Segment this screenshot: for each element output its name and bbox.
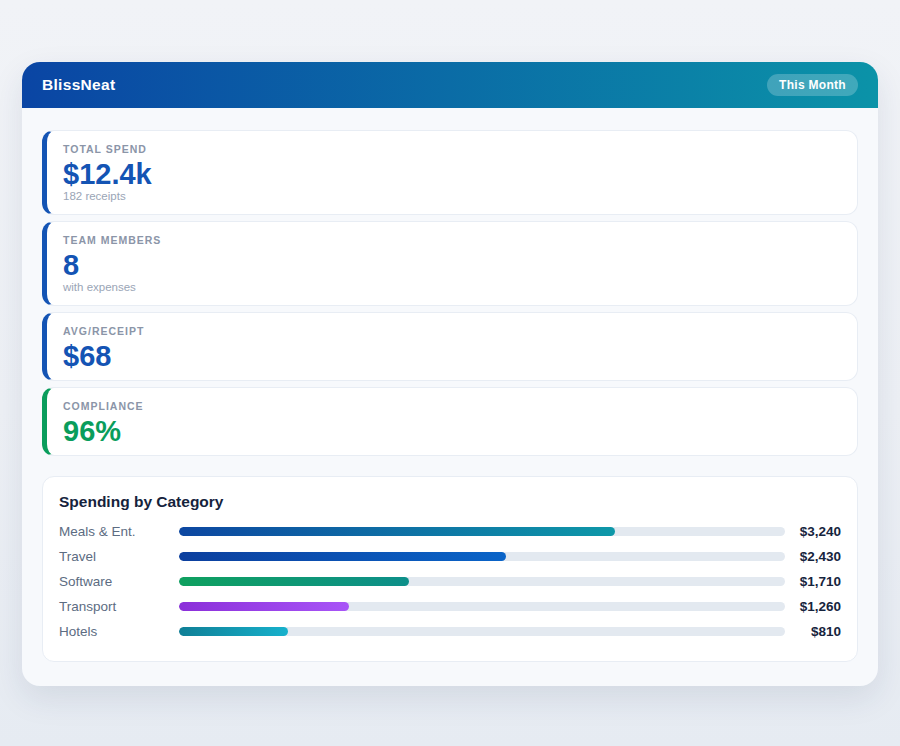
- category-value: $2,430: [785, 549, 841, 564]
- category-label: Hotels: [59, 624, 179, 639]
- bar-fill: [179, 552, 506, 561]
- stat-value: 96%: [63, 419, 841, 443]
- period-badge[interactable]: This Month: [767, 74, 858, 96]
- chart-title: Spending by Category: [59, 493, 841, 511]
- dashboard-card: BlissNeat This Month TOTAL SPEND $12.4k …: [22, 62, 878, 686]
- bar-track: [179, 577, 785, 586]
- bar-fill: [179, 627, 288, 636]
- category-label: Meals & Ent.: [59, 524, 179, 539]
- app-title: BlissNeat: [42, 76, 115, 94]
- app-header: BlissNeat This Month: [22, 62, 878, 108]
- stat-card: TEAM MEMBERS 8 with expenses: [42, 221, 858, 306]
- stat-card: TOTAL SPEND $12.4k 182 receipts: [42, 130, 858, 215]
- chart-row: Software $1,710: [59, 569, 841, 594]
- category-label: Travel: [59, 549, 179, 564]
- stat-label: COMPLIANCE: [63, 400, 841, 412]
- bar-track: [179, 552, 785, 561]
- stat-value: 8: [63, 253, 841, 277]
- bar-track: [179, 527, 785, 536]
- chart-row: Travel $2,430: [59, 544, 841, 569]
- stat-card: COMPLIANCE 96%: [42, 387, 858, 456]
- category-value: $810: [785, 624, 841, 639]
- bar-fill: [179, 527, 615, 536]
- chart-row: Meals & Ent. $3,240: [59, 519, 841, 544]
- bar-fill: [179, 602, 349, 611]
- stat-value: $68: [63, 344, 841, 368]
- stat-value: $12.4k: [63, 162, 841, 186]
- bar-track: [179, 627, 785, 636]
- stat-label: TEAM MEMBERS: [63, 234, 841, 246]
- bar-track: [179, 602, 785, 611]
- stat-card: AVG/RECEIPT $68: [42, 312, 858, 381]
- spending-chart-card: Spending by Category Meals & Ent. $3,240…: [42, 476, 858, 662]
- category-label: Software: [59, 574, 179, 589]
- dashboard-content: TOTAL SPEND $12.4k 182 receipts TEAM MEM…: [22, 108, 878, 682]
- chart-rows: Meals & Ent. $3,240 Travel $2,430 Softwa…: [59, 519, 841, 644]
- chart-row: Transport $1,260: [59, 594, 841, 619]
- category-value: $3,240: [785, 524, 841, 539]
- category-value: $1,260: [785, 599, 841, 614]
- stat-label: AVG/RECEIPT: [63, 325, 841, 337]
- bar-fill: [179, 577, 409, 586]
- chart-row: Hotels $810: [59, 619, 841, 644]
- stat-label: TOTAL SPEND: [63, 143, 841, 155]
- category-label: Transport: [59, 599, 179, 614]
- stat-sublabel: 182 receipts: [63, 191, 841, 202]
- category-value: $1,710: [785, 574, 841, 589]
- stats-list: TOTAL SPEND $12.4k 182 receipts TEAM MEM…: [42, 130, 858, 456]
- stat-sublabel: with expenses: [63, 282, 841, 293]
